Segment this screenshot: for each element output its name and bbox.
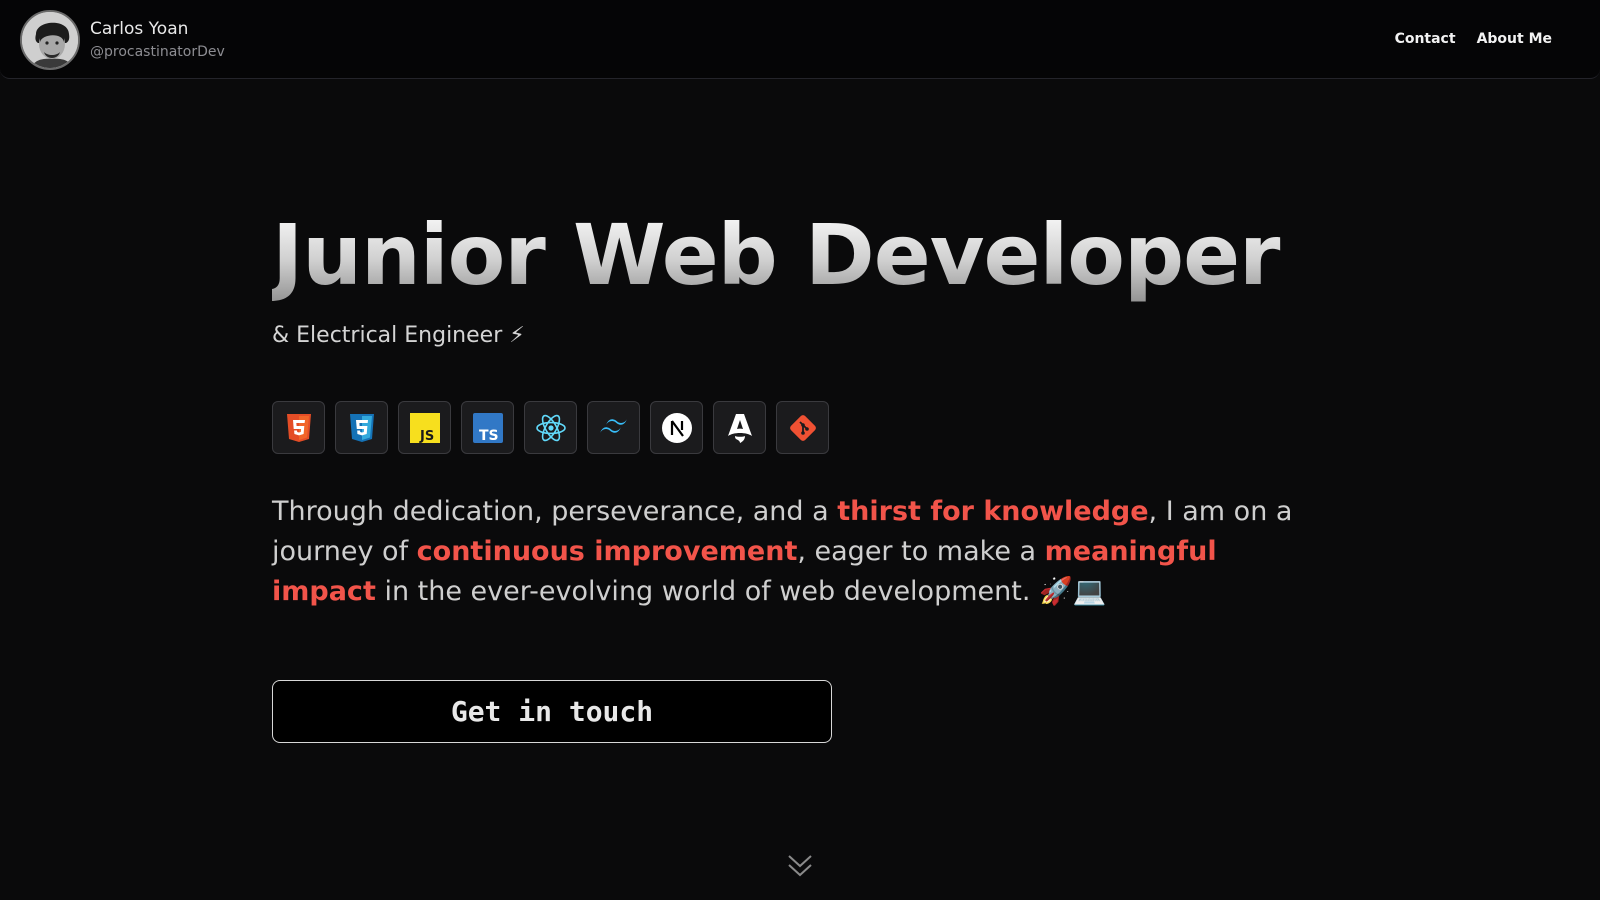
tech-stack: JS TS <box>272 401 1332 454</box>
intro-paragraph: Through dedication, perseverance, and a … <box>272 492 1302 612</box>
avatar-portrait-icon <box>22 12 78 68</box>
astro-icon <box>727 413 752 443</box>
intro-text: in the ever-evolving world of web develo… <box>375 576 1107 607</box>
tech-typescript[interactable]: TS <box>461 401 514 454</box>
top-nav: Contact About Me <box>1395 28 1552 50</box>
highlight-improvement: continuous improvement <box>416 536 798 567</box>
site-header: Carlos Yoan @procastinatorDev Contact Ab… <box>0 0 1600 79</box>
tech-html5[interactable] <box>272 401 325 454</box>
typescript-icon: TS <box>472 412 503 443</box>
scroll-down[interactable] <box>786 853 814 879</box>
intro-text: Through dedication, perseverance, and a <box>272 496 838 527</box>
profile-handle: @procastinatorDev <box>90 44 225 60</box>
tech-nextjs[interactable] <box>650 401 703 454</box>
react-icon <box>535 414 566 441</box>
highlight-thirst: thirst for knowledge <box>837 496 1149 527</box>
nav-about-link[interactable]: About Me <box>1477 28 1552 50</box>
profile-name: Carlos Yoan <box>90 19 189 39</box>
nav-contact-link[interactable]: Contact <box>1395 28 1456 50</box>
svg-text:JS: JS <box>419 429 434 443</box>
svg-text:TS: TS <box>479 428 499 443</box>
profile[interactable]: Carlos Yoan @procastinatorDev <box>20 10 225 70</box>
hero-section: Junior Web Developer & Electrical Engine… <box>272 205 1332 743</box>
intro-text: , eager to make a <box>797 536 1045 567</box>
subtitle: & Electrical Engineer ⚡ <box>272 323 525 348</box>
css3-icon <box>349 413 374 442</box>
get-in-touch-button[interactable]: Get in touch <box>272 680 832 743</box>
git-icon <box>789 414 816 441</box>
tech-astro[interactable] <box>713 401 766 454</box>
page-title: Junior Web Developer <box>272 205 1332 305</box>
html5-icon <box>286 413 311 442</box>
tech-git[interactable] <box>776 401 829 454</box>
tech-tailwind[interactable] <box>587 401 640 454</box>
tech-javascript[interactable]: JS <box>398 401 451 454</box>
tech-react[interactable] <box>524 401 577 454</box>
tech-css3[interactable] <box>335 401 388 454</box>
tailwind-icon <box>599 418 627 433</box>
chevrons-down-icon <box>788 855 812 877</box>
avatar[interactable] <box>20 10 80 70</box>
nextjs-icon <box>661 412 692 443</box>
javascript-icon: JS <box>409 412 440 443</box>
